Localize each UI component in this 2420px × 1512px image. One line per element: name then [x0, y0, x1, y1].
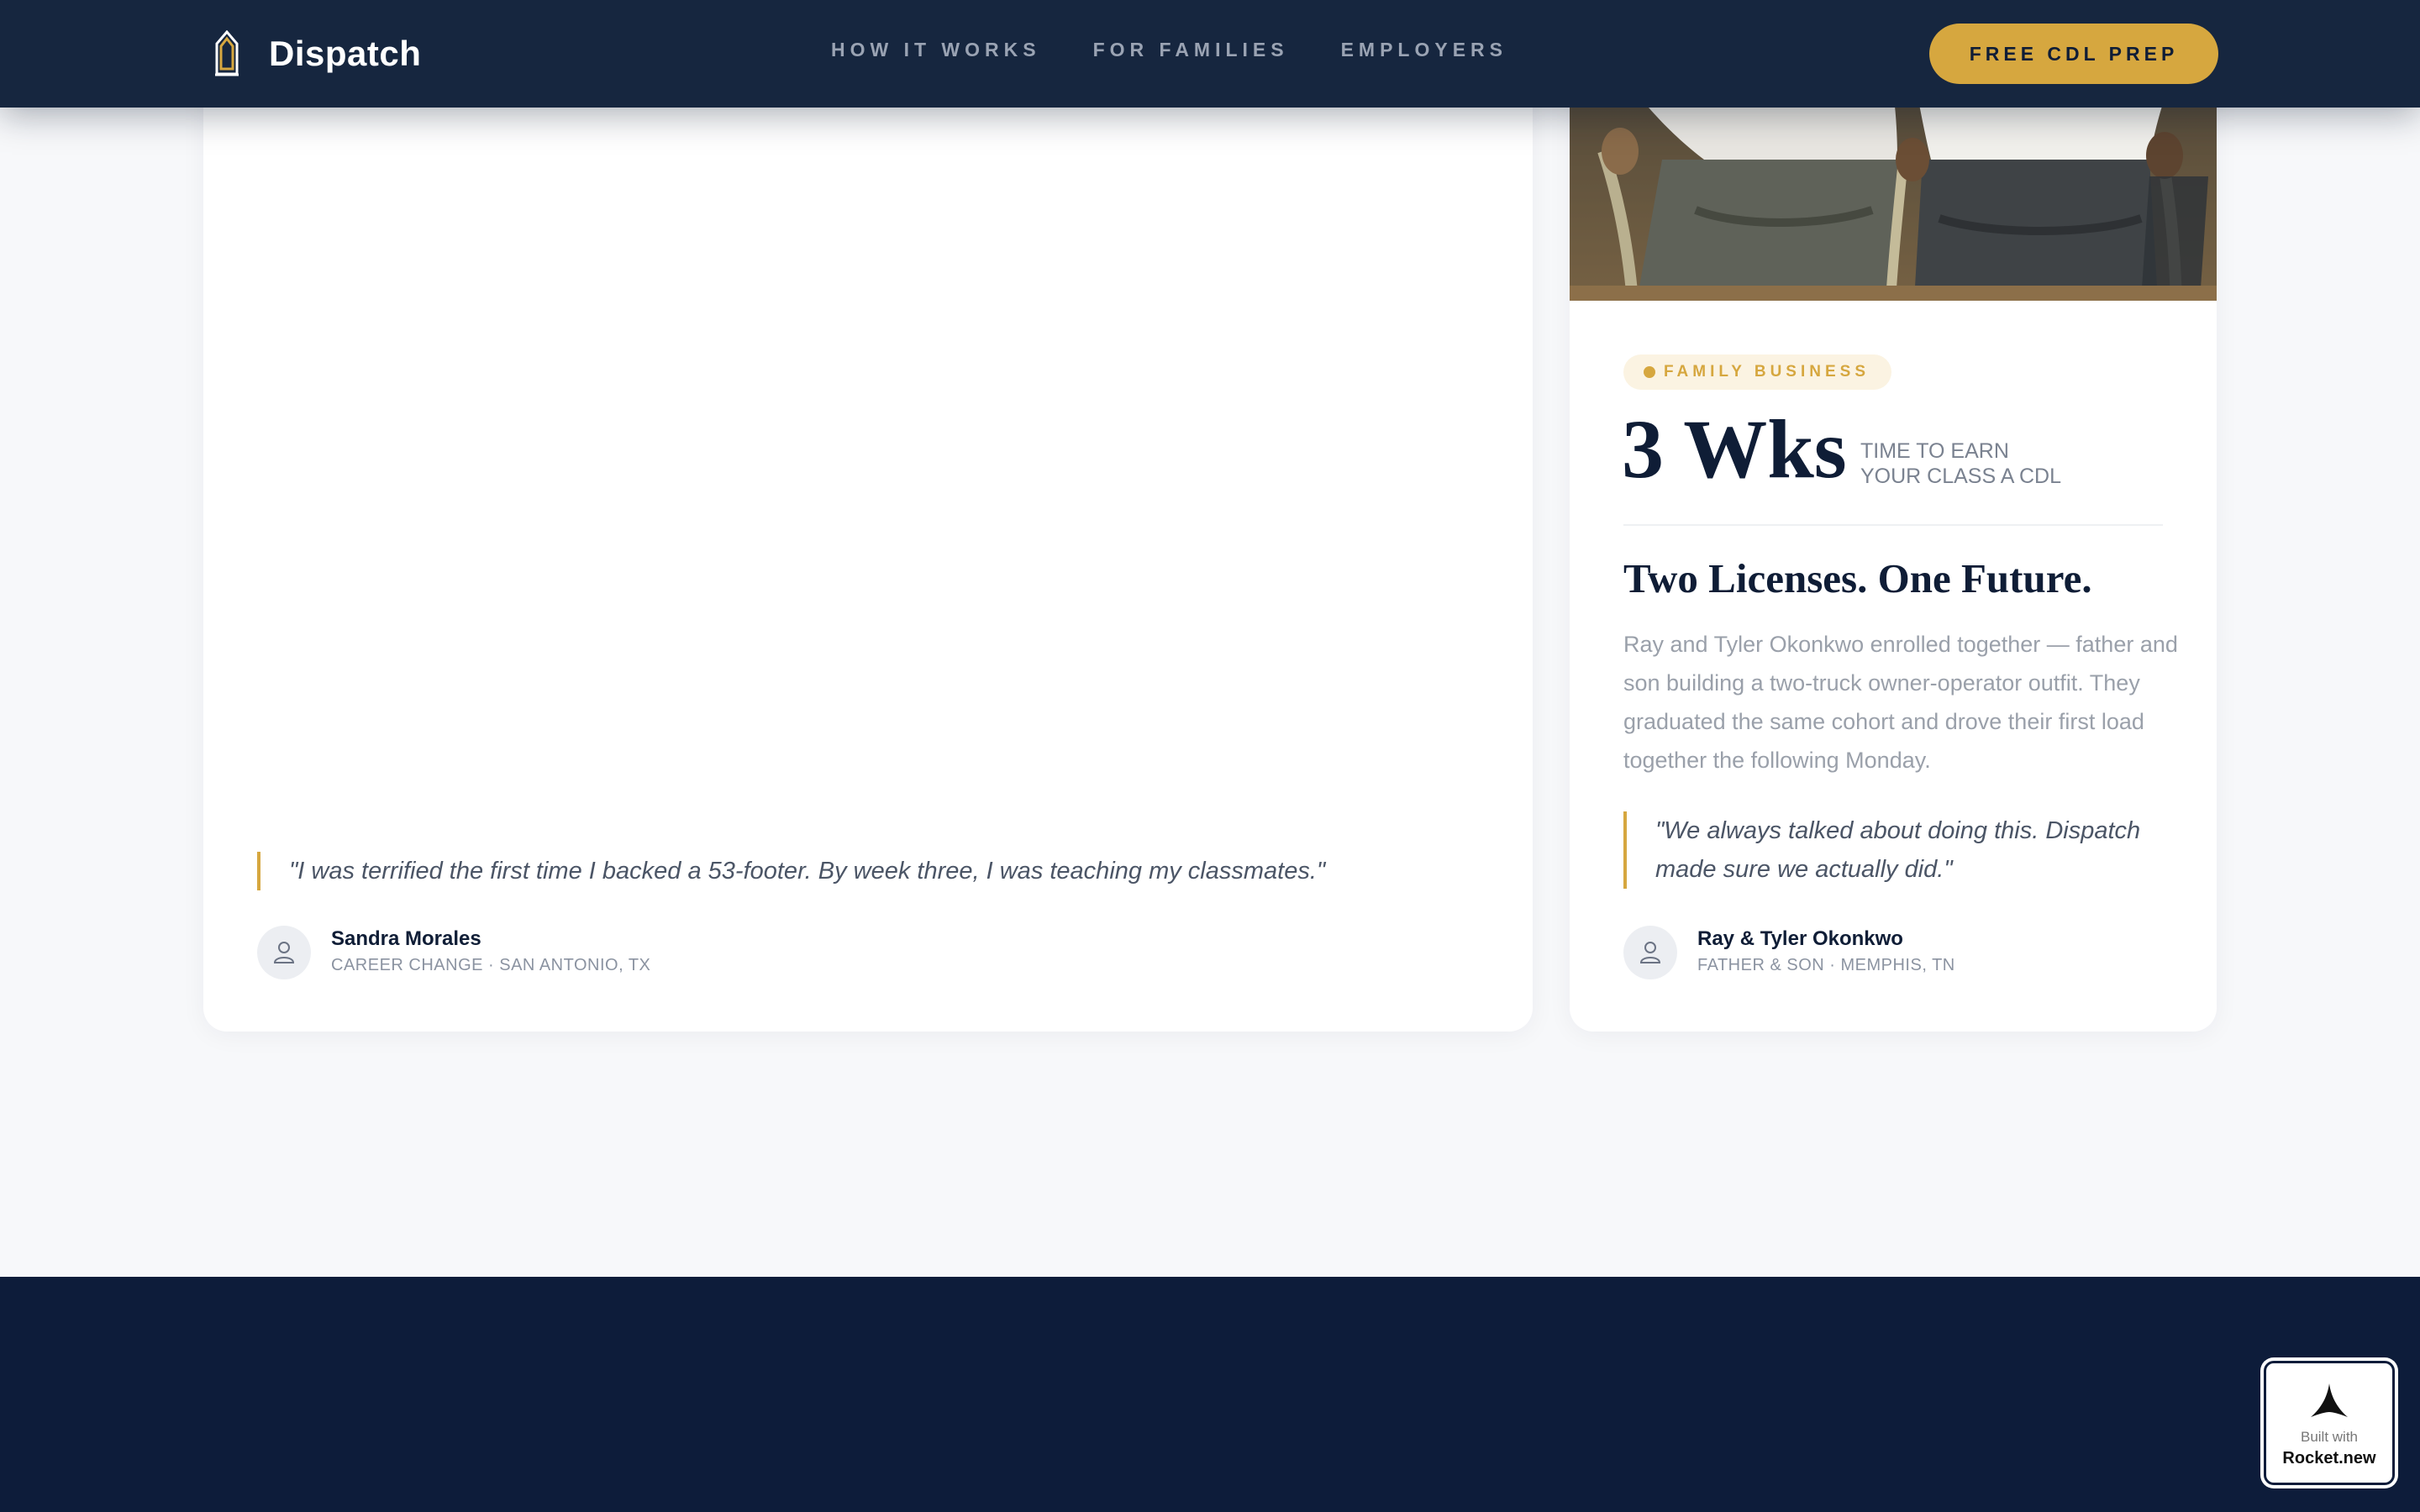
- stat-label-line-2: YOUR CLASS A CDL: [1860, 465, 2061, 488]
- lighthouse-logo-icon: [215, 30, 239, 76]
- brand-logo-link[interactable]: Dispatch: [208, 30, 421, 77]
- stat-label-line-1: TIME TO EARN: [1860, 439, 2009, 463]
- author-meta: CAREER CHANGE · SAN ANTONIO, TX: [331, 956, 651, 974]
- brand-name: Dispatch: [269, 34, 422, 73]
- top-navigation: Dispatch HOW IT WORKS FOR FAMILIES EMPLO…: [0, 0, 2420, 108]
- avatar: [257, 926, 311, 979]
- testimonial-quote: "I was terrified the first time I backed…: [257, 852, 1484, 890]
- nav-links: HOW IT WORKS FOR FAMILIES EMPLOYERS: [831, 39, 1560, 61]
- built-with-label: Built with: [2300, 1429, 2359, 1445]
- rocket-new-label: Rocket.new: [2282, 1449, 2376, 1467]
- story-body: Ray and Tyler Okonkwo enrolled together …: [1623, 632, 2178, 773]
- badge-label: FAMILY BUSINESS: [1664, 363, 1870, 381]
- story-headline: Two Licenses. One Future.: [1623, 555, 2092, 601]
- free-cdl-prep-button[interactable]: FREE CDL PREP: [1929, 24, 2218, 84]
- stat-value: 3 Wks: [1622, 402, 1847, 496]
- testimonial-card-okonkwo: FAMILY BUSINESS 3 Wks TIME TO EARN YOUR …: [1570, 34, 2217, 1032]
- nav-link-employers[interactable]: EMPLOYERS: [1341, 39, 1507, 61]
- family-business-badge: FAMILY BUSINESS: [1623, 354, 1891, 390]
- rocket-icon: [2311, 1383, 2348, 1417]
- avatar: [1623, 926, 1677, 979]
- built-with-rocket-badge[interactable]: Built with Rocket.new: [2264, 1361, 2395, 1485]
- divider: [1623, 524, 2163, 526]
- footer: [0, 1277, 2420, 1512]
- author-name: Ray & Tyler Okonkwo: [1697, 927, 1903, 950]
- user-icon: [273, 942, 295, 963]
- badge-dot-icon: [1644, 366, 1655, 378]
- nav-link-how-it-works[interactable]: HOW IT WORKS: [831, 39, 1041, 61]
- testimonial-card-sandra: "I was terrified the first time I backed…: [203, 34, 1533, 1032]
- user-icon: [1639, 942, 1661, 963]
- author-name: Sandra Morales: [331, 927, 481, 950]
- nav-link-for-families[interactable]: FOR FAMILIES: [1093, 39, 1289, 61]
- stat-label: TIME TO EARN YOUR CLASS A CDL: [1860, 438, 2112, 489]
- author-meta: FATHER & SON · MEMPHIS, TN: [1697, 956, 1955, 974]
- testimonial-quote: "We always talked about doing this. Disp…: [1623, 811, 2178, 889]
